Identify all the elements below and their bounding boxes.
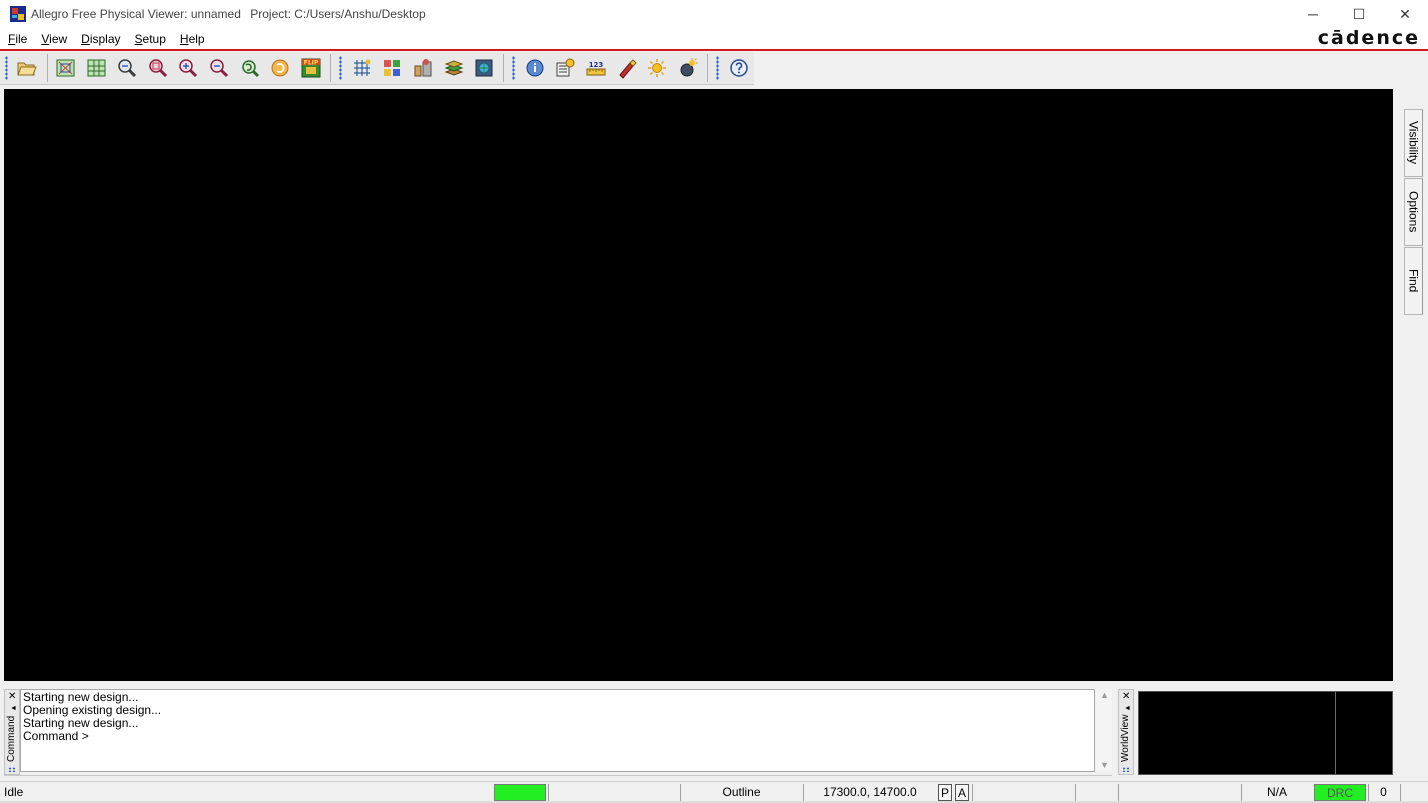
status-drc-count: 0 xyxy=(1368,784,1398,801)
redraw-icon[interactable] xyxy=(267,55,294,82)
status-bar: Idle Outline 17300.0, 14700.0 P A N/A DR… xyxy=(0,781,1428,801)
worldview-grip-icon[interactable] xyxy=(1122,767,1130,772)
status-p-toggle[interactable]: P xyxy=(938,784,952,801)
toolbar-grip-3[interactable] xyxy=(512,56,516,80)
open-folder-icon[interactable] xyxy=(14,55,41,82)
side-tabs: Visibility Options Find xyxy=(1404,109,1423,316)
menu-setup[interactable]: Setup xyxy=(128,32,173,46)
properties-icon[interactable] xyxy=(552,55,579,82)
scroll-up-icon[interactable]: ▲ xyxy=(1100,690,1109,700)
command-log[interactable]: Starting new design... Opening existing … xyxy=(20,689,1095,772)
tab-visibility[interactable]: Visibility xyxy=(1404,109,1423,177)
status-field-empty xyxy=(972,784,1075,801)
tab-options[interactable]: Options xyxy=(1404,178,1423,246)
menu-view[interactable]: View xyxy=(34,32,74,46)
status-indicator-green xyxy=(494,784,546,801)
info-icon[interactable] xyxy=(521,55,548,82)
svg-text:FLIP: FLIP xyxy=(304,60,319,67)
worldview-close-icon[interactable]: ✕ xyxy=(1122,691,1130,702)
allegro-app-icon xyxy=(10,6,26,22)
zoom-world-icon[interactable] xyxy=(83,55,110,82)
zoom-in-icon[interactable] xyxy=(175,55,202,82)
window-title: Allegro Free Physical Viewer: unnamed Pr… xyxy=(31,7,432,21)
command-grip-icon[interactable] xyxy=(8,767,16,772)
menu-bar: File View Display Setup Help cādence xyxy=(0,28,1428,49)
status-coordinates: 17300.0, 14700.0 xyxy=(803,784,936,801)
menu-help[interactable]: Help xyxy=(173,32,212,46)
svg-text:123: 123 xyxy=(589,61,604,69)
status-na: N/A xyxy=(1241,784,1312,801)
window-title-name: Allegro Free Physical Viewer: unnamed xyxy=(31,7,241,21)
color-palette-icon[interactable] xyxy=(379,55,406,82)
help-icon[interactable] xyxy=(725,55,752,82)
highlight-icon[interactable] xyxy=(613,55,640,82)
menu-file[interactable]: File xyxy=(0,32,34,46)
toolbar-grip-4[interactable] xyxy=(716,56,720,80)
refresh-icon[interactable] xyxy=(236,55,263,82)
close-button[interactable]: ✕ xyxy=(1382,0,1428,28)
title-bar: Allegro Free Physical Viewer: unnamed Pr… xyxy=(0,0,1428,28)
command-divider xyxy=(4,775,1112,776)
status-field-empty xyxy=(1118,784,1241,801)
layer-visibility-icon[interactable] xyxy=(410,55,437,82)
command-prompt[interactable]: Command > xyxy=(23,730,1092,743)
menu-divider xyxy=(0,49,1428,51)
status-a-toggle[interactable]: A xyxy=(955,784,969,801)
cadence-logo: cādence xyxy=(1317,27,1420,49)
toolbar-grip-2[interactable] xyxy=(339,56,343,80)
status-field-empty xyxy=(1075,784,1118,801)
command-panel-label: Command xyxy=(6,715,17,762)
flip-icon[interactable]: FLIP xyxy=(298,55,325,82)
window-title-project: Project: C:/Users/Anshu/Desktop xyxy=(250,7,426,21)
log-line: Starting new design... xyxy=(23,716,139,730)
zoom-out-icon[interactable] xyxy=(206,55,233,82)
dehighlight-icon[interactable] xyxy=(675,55,702,82)
command-scrollbar[interactable]: ▲ ▼ xyxy=(1096,689,1112,772)
minimize-button[interactable]: ─ xyxy=(1290,0,1336,28)
worldview-viewport-edge xyxy=(1335,692,1336,774)
3d-view-icon[interactable] xyxy=(471,55,498,82)
status-drc[interactable]: DRC xyxy=(1314,784,1366,801)
command-collapse-icon[interactable]: ◄ xyxy=(10,705,17,712)
worldview-panel-label: WorldView xyxy=(1120,714,1131,762)
status-subclass: Outline xyxy=(680,784,802,801)
status-field-empty xyxy=(1400,784,1424,801)
design-canvas[interactable] xyxy=(4,89,1393,681)
maximize-button[interactable]: ☐ xyxy=(1336,0,1382,28)
log-line: Starting new design... xyxy=(23,690,139,704)
measure-icon[interactable]: 123 xyxy=(583,55,610,82)
status-state: Idle xyxy=(4,785,24,799)
stackup-icon[interactable] xyxy=(440,55,467,82)
scroll-down-icon[interactable]: ▼ xyxy=(1100,760,1109,770)
toolbar: FLIP 123 xyxy=(0,52,754,85)
zoom-previous-icon[interactable] xyxy=(114,55,141,82)
log-line: Opening existing design... xyxy=(23,703,162,717)
menu-display[interactable]: Display xyxy=(74,32,127,46)
command-panel-handle[interactable]: ✕ ◄ Command xyxy=(4,689,20,775)
zoom-points-icon[interactable] xyxy=(145,55,172,82)
grid-icon[interactable] xyxy=(348,55,375,82)
tab-find[interactable]: Find xyxy=(1404,247,1423,315)
worldview-panel-handle[interactable]: ✕ ◄ WorldView xyxy=(1118,689,1134,775)
toolbar-grip[interactable] xyxy=(5,56,8,80)
worldview-canvas[interactable] xyxy=(1138,691,1393,775)
zoom-fit-icon[interactable] xyxy=(53,55,80,82)
shadow-mode-icon[interactable] xyxy=(644,55,671,82)
status-field-empty xyxy=(548,784,680,801)
command-close-icon[interactable]: ✕ xyxy=(8,691,16,702)
worldview-collapse-icon[interactable]: ◄ xyxy=(1124,705,1131,712)
